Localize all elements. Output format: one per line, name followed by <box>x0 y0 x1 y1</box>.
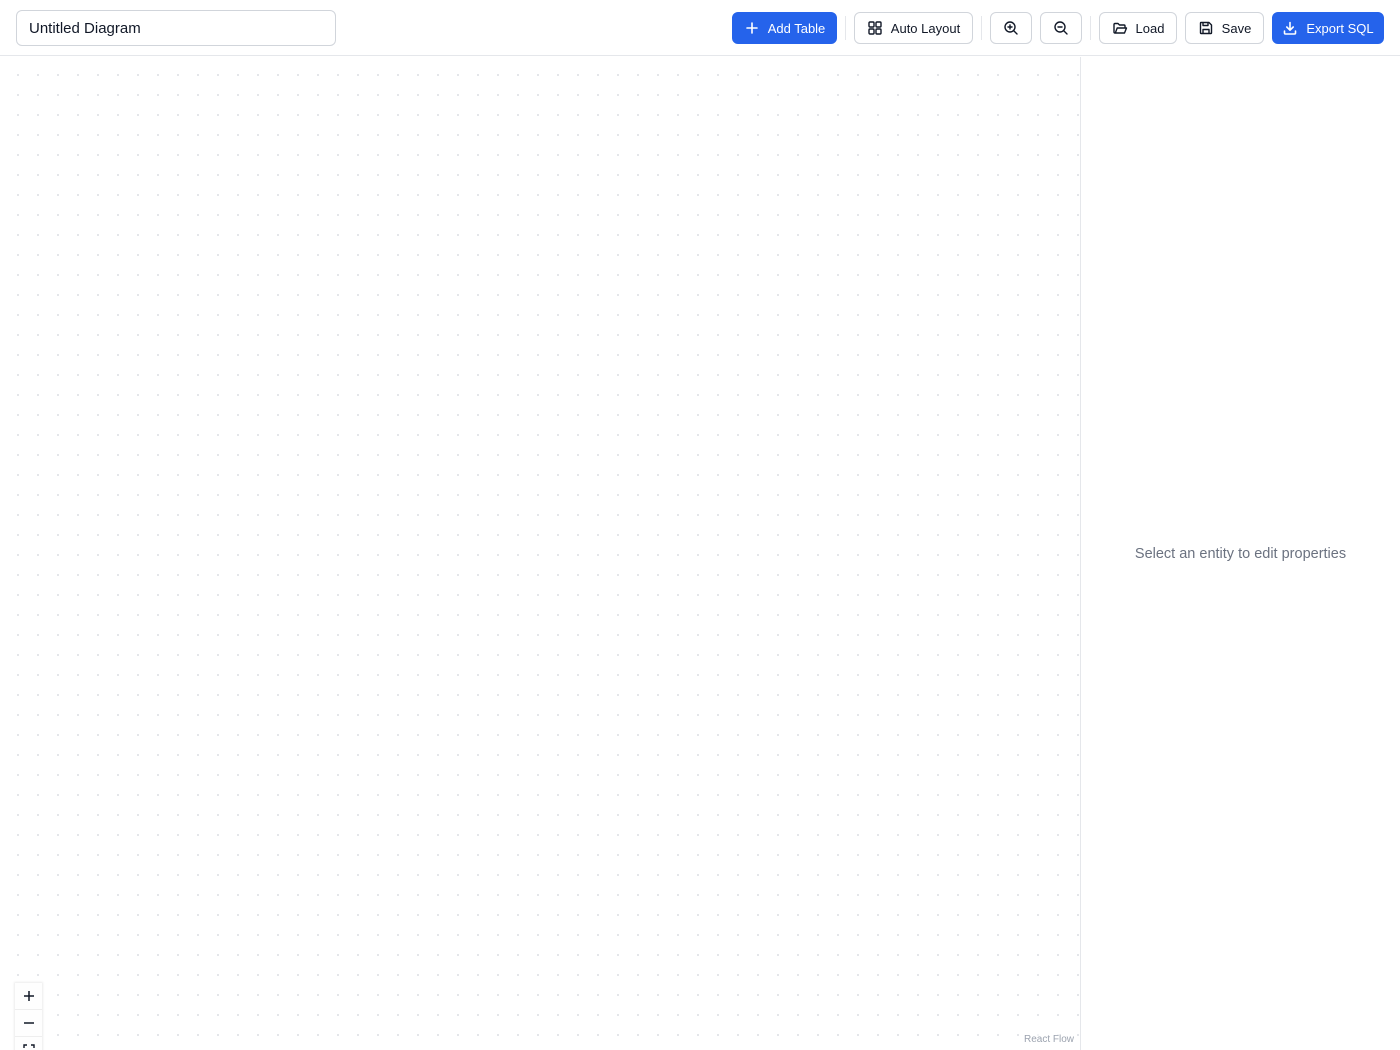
toolbar-divider <box>1090 16 1091 40</box>
export-sql-label: Export SQL <box>1306 20 1374 36</box>
load-label: Load <box>1135 20 1165 36</box>
floppy-disk-icon <box>1199 21 1212 35</box>
auto-layout-label: Auto Layout <box>890 20 961 36</box>
add-table-button[interactable]: Add Table <box>732 12 837 44</box>
fit-view-button[interactable] <box>15 1037 42 1050</box>
plus-icon <box>745 22 758 34</box>
plus-icon <box>23 991 34 1001</box>
grid-icon <box>868 21 882 35</box>
empty-selection-message: Select an entity to edit properties <box>1134 545 1347 562</box>
folder-open-icon <box>1112 22 1127 34</box>
diagram-canvas[interactable]: React Flow <box>0 57 1080 1050</box>
minus-icon <box>23 1022 34 1024</box>
toolbar-divider <box>845 16 846 40</box>
zoom-in-icon <box>1004 21 1018 35</box>
canvas-controls <box>15 983 42 1050</box>
zoom-in-button[interactable] <box>990 12 1032 44</box>
zoom-out-icon <box>1054 21 1068 35</box>
react-flow-attribution[interactable]: React Flow <box>1020 1033 1077 1046</box>
load-button[interactable]: Load <box>1099 12 1177 44</box>
add-table-label: Add Table <box>767 20 826 36</box>
save-button[interactable]: Save <box>1185 12 1264 44</box>
properties-panel: Select an entity to edit properties <box>1080 57 1400 1050</box>
export-sql-button[interactable]: Export SQL <box>1272 12 1384 44</box>
top-toolbar: Add Table Auto Layout Load Save Export S… <box>0 0 1400 56</box>
save-label: Save <box>1221 20 1252 36</box>
zoom-out-button[interactable] <box>1040 12 1082 44</box>
canvas-zoom-in-button[interactable] <box>15 983 42 1010</box>
fit-view-icon <box>22 1044 35 1048</box>
auto-layout-button[interactable]: Auto Layout <box>854 12 973 44</box>
toolbar-divider <box>981 16 982 40</box>
canvas-zoom-out-button[interactable] <box>15 1010 42 1037</box>
diagram-title-input[interactable] <box>16 10 336 46</box>
download-icon <box>1284 21 1297 35</box>
